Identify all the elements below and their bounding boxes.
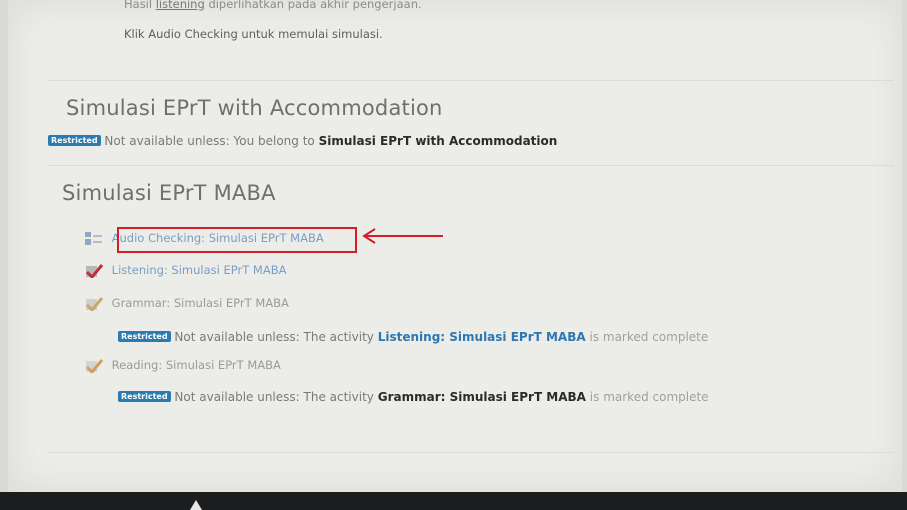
intro-cut-text-end: diperlihatkan pada akhir pengerjaan.	[208, 0, 422, 11]
restricted-badge: Restricted	[118, 391, 171, 402]
activity-reading[interactable]: Reading: Simulasi EPrT MABA	[84, 358, 281, 374]
restricted-badge: Restricted	[118, 331, 171, 342]
section-divider	[48, 165, 894, 166]
restriction-text: Not available unless: The activity	[174, 390, 374, 404]
activity-link-reading[interactable]: Reading: Simulasi EPrT MABA	[112, 358, 281, 372]
restriction-grammar: Restricted Not available unless: The act…	[118, 330, 708, 344]
activity-link-listening[interactable]: Listening: Simulasi EPrT MABA	[112, 263, 287, 277]
restriction-reading: Restricted Not available unless: The act…	[118, 390, 709, 404]
restriction-target: Simulasi EPrT with Accommodation	[318, 134, 558, 148]
section-title-maba: Simulasi EPrT MABA	[62, 181, 276, 205]
section-divider	[48, 80, 894, 81]
checkmark-icon	[84, 263, 104, 279]
mouse-cursor-icon	[190, 500, 202, 510]
intro-cut-link[interactable]: listening	[156, 0, 205, 11]
restriction-target: Grammar: Simulasi EPrT MABA	[377, 390, 586, 404]
page-icon	[84, 231, 104, 246]
restriction-text: Not available unless: You belong to	[104, 134, 315, 148]
intro-cut-line: Hasil listening diperlihatkan pada akhir…	[124, 0, 422, 11]
annotation-highlight-box	[117, 227, 357, 253]
activity-grammar[interactable]: Grammar: Simulasi EPrT MABA	[84, 296, 289, 312]
restriction-suffix: is marked complete	[589, 390, 709, 404]
restriction-target-link[interactable]: Listening: Simulasi EPrT MABA	[378, 330, 586, 344]
left-arrow-icon	[361, 228, 445, 248]
checkmark-icon	[84, 358, 104, 374]
restriction-text: Not available unless: The activity	[174, 330, 374, 344]
intro-cut-text: Hasil	[124, 0, 153, 11]
activity-listening[interactable]: Listening: Simulasi EPrT MABA	[84, 263, 287, 279]
intro-instruction: Klik Audio Checking untuk memulai simula…	[124, 27, 383, 41]
screen-photo: Hasil listening diperlihatkan pada akhir…	[8, 0, 902, 492]
restriction-suffix: is marked complete	[589, 330, 709, 344]
section-divider	[48, 452, 894, 453]
section-title-accommodation: Simulasi EPrT with Accommodation	[66, 96, 443, 120]
restriction-accommodation: Restricted Not available unless: You bel…	[48, 134, 557, 148]
restricted-badge: Restricted	[48, 135, 101, 146]
activity-link-grammar[interactable]: Grammar: Simulasi EPrT MABA	[112, 296, 289, 310]
checkmark-icon	[84, 296, 104, 312]
taskbar	[0, 492, 907, 510]
